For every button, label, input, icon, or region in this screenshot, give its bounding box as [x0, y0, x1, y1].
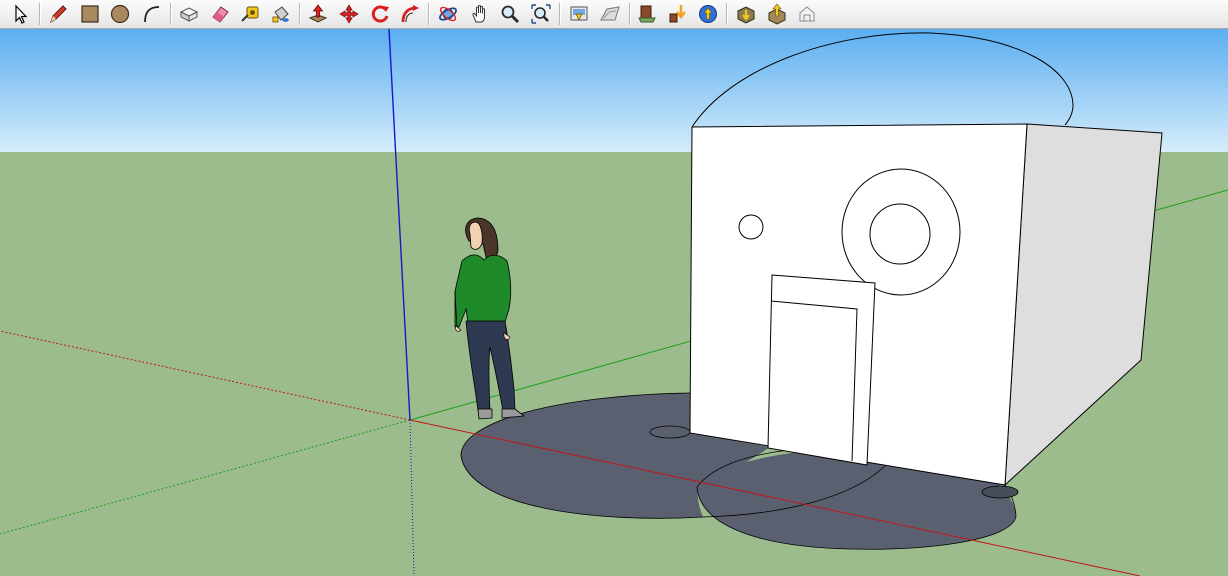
dynamic-component-tool-button[interactable] — [794, 2, 820, 26]
move-tool-button[interactable] — [336, 2, 362, 26]
pan-tool-button[interactable] — [467, 2, 493, 26]
arrow-icon — [15, 4, 28, 24]
model-scene[interactable] — [0, 29, 1228, 576]
toolbar-separator — [299, 3, 301, 25]
pencil-tool-button[interactable] — [45, 2, 71, 26]
toolbar-separator — [726, 3, 728, 25]
hand-icon — [472, 5, 485, 23]
follow-me-tool-button[interactable] — [397, 2, 423, 26]
warehouse-icon — [737, 6, 755, 24]
toolbar-separator — [629, 3, 631, 25]
shadow-hole-right — [981, 485, 1019, 499]
zoom-tool-button[interactable] — [497, 2, 523, 26]
pencil-icon — [50, 5, 67, 24]
get-models-tool-button[interactable] — [664, 2, 690, 26]
toggle-terrain-tool-button[interactable] — [597, 2, 623, 26]
place-model-tool-button[interactable] — [634, 2, 660, 26]
3d-viewport[interactable] — [0, 29, 1228, 576]
person-shoe-left — [477, 408, 493, 420]
push-pull-icon — [308, 4, 328, 23]
orbit-icon — [439, 6, 457, 22]
rotate-icon — [371, 5, 389, 23]
toolbar-separator — [428, 3, 430, 25]
select-tool-button[interactable] — [7, 2, 33, 26]
toolbar-separator — [170, 3, 172, 25]
eraser-icon — [212, 6, 229, 23]
circle-tool-button[interactable] — [107, 2, 133, 26]
circle-icon — [110, 4, 130, 24]
magnifier-icon — [501, 5, 520, 24]
place-model-icon — [638, 5, 656, 23]
rectangle-icon — [81, 5, 99, 23]
get-models-icon — [669, 5, 686, 23]
orbit-tool-button[interactable] — [435, 2, 461, 26]
share-component-icon — [768, 3, 786, 25]
arc-icon — [144, 6, 160, 23]
toolbar-separator — [559, 3, 561, 25]
rotate-tool-button[interactable] — [367, 2, 393, 26]
follow-me-icon — [401, 5, 419, 23]
person-shirt — [454, 254, 512, 328]
extension-warehouse-tool-button[interactable] — [733, 2, 759, 26]
terrain-icon — [600, 6, 620, 21]
arc-tool-button[interactable] — [138, 2, 164, 26]
zoom-extents-tool-button[interactable] — [528, 2, 554, 26]
current-view-icon — [570, 6, 588, 21]
eraser-tool-button[interactable] — [207, 2, 233, 26]
main-toolbar — [0, 0, 1228, 29]
door-frame — [767, 274, 876, 466]
tape-measure-icon — [241, 6, 259, 22]
window-large-inner-circle — [869, 203, 931, 265]
push-pull-tool-button[interactable] — [305, 2, 331, 26]
dynamic-component-icon — [799, 6, 815, 22]
share-model-tool-button[interactable] — [695, 2, 721, 26]
paint-bucket-icon — [272, 6, 289, 23]
component-icon — [179, 7, 199, 22]
window-small-circle — [738, 214, 764, 240]
paint-bucket-tool-button[interactable] — [268, 2, 294, 26]
get-current-view-tool-button[interactable] — [566, 2, 592, 26]
person-face — [468, 221, 483, 250]
tape-measure-tool-button[interactable] — [237, 2, 263, 26]
rectangle-tool-button[interactable] — [77, 2, 103, 26]
toolbar-separator — [39, 3, 41, 25]
move-icon — [339, 4, 359, 24]
share-model-icon — [699, 5, 717, 23]
make-component-tool-button[interactable] — [176, 2, 202, 26]
share-component-tool-button[interactable] — [764, 2, 790, 26]
zoom-extents-icon — [531, 4, 551, 24]
